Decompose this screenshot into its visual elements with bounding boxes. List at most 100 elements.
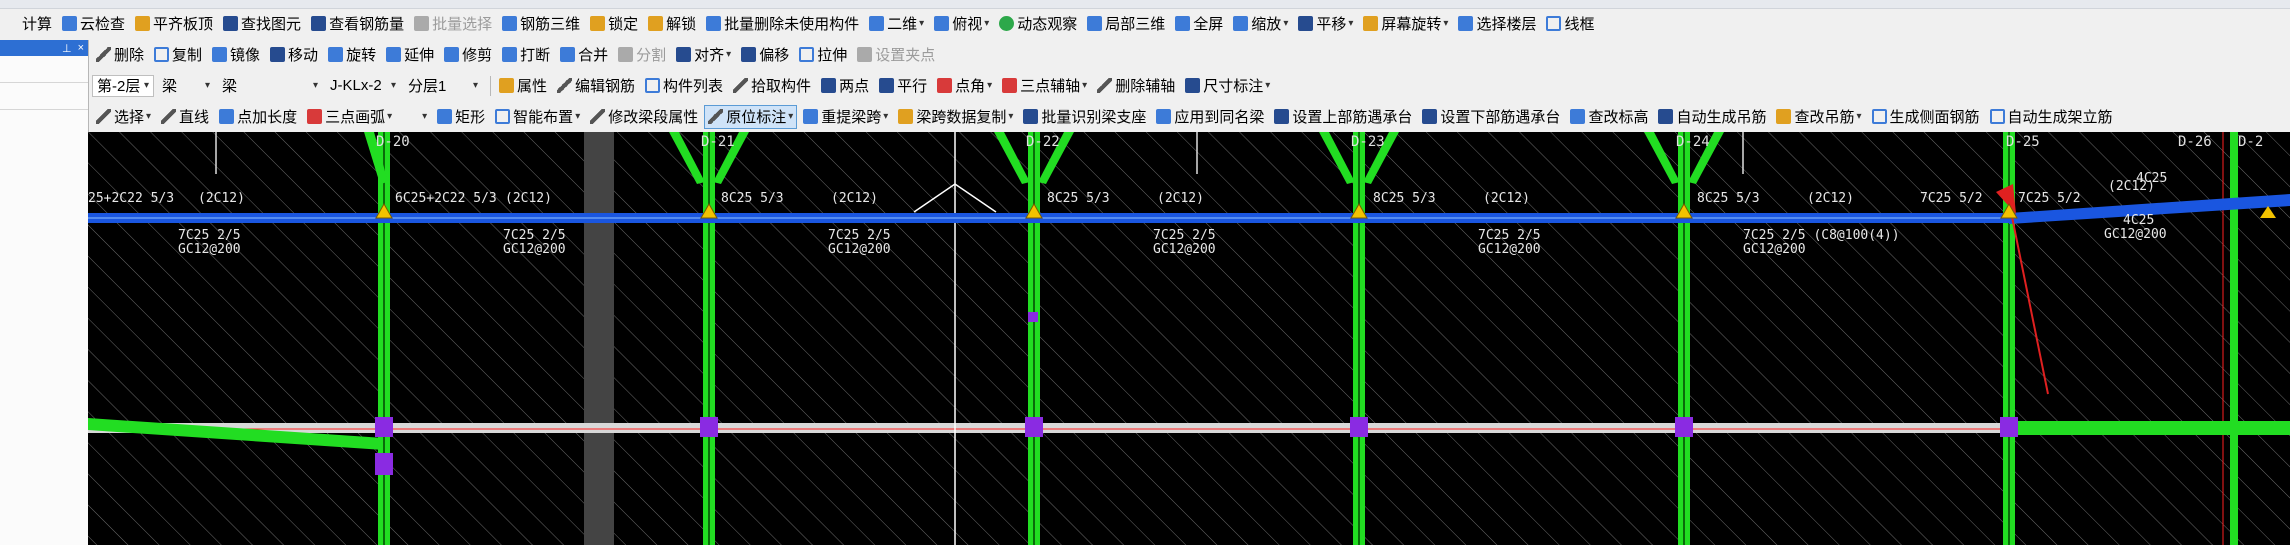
lock-button[interactable]: 锁定 bbox=[586, 12, 642, 36]
orbit-button[interactable]: 动态观察 bbox=[995, 12, 1081, 36]
auto-hanger-button[interactable]: 自动生成吊筋 bbox=[1654, 105, 1770, 129]
copy-button[interactable]: 复制 bbox=[150, 43, 206, 67]
layer-select[interactable]: 分层1 ▾ bbox=[404, 75, 482, 97]
break-button[interactable]: 打断 bbox=[498, 43, 554, 67]
three-point-axis-button[interactable]: 三点辅轴 ▾ bbox=[998, 74, 1091, 98]
chevron-down-icon[interactable]: ▾ bbox=[984, 18, 989, 29]
chevron-down-icon[interactable]: ▾ bbox=[422, 111, 427, 122]
top-view-button[interactable]: 俯视 ▾ bbox=[930, 12, 993, 36]
button-label: 批量删除未使用构件 bbox=[724, 16, 860, 33]
side-rebar-button[interactable]: 生成侧面钢筋 bbox=[1868, 105, 1984, 129]
chevron-down-icon[interactable]: ▾ bbox=[1008, 111, 1013, 122]
chevron-down-icon[interactable]: ▾ bbox=[1856, 111, 1861, 122]
two-point-button[interactable]: 两点 bbox=[817, 74, 873, 98]
unlock-button[interactable]: 解锁 bbox=[644, 12, 700, 36]
select-floor-button[interactable]: 选择楼层 bbox=[1454, 12, 1540, 36]
rotate-button[interactable]: 旋转 bbox=[324, 43, 380, 67]
point-length-button[interactable]: 点加长度 bbox=[215, 105, 301, 129]
grip-point-button[interactable]: 设置夹点 bbox=[853, 43, 939, 67]
blank-button[interactable]: ▾ bbox=[398, 105, 431, 129]
edit-rebar-button[interactable]: 编辑钢筋 bbox=[553, 74, 639, 98]
chevron-down-icon[interactable]: ▾ bbox=[1265, 80, 1270, 91]
wireframe-button[interactable]: 线框 bbox=[1542, 12, 1598, 36]
partial-3d-button[interactable]: 局部三维 bbox=[1083, 12, 1169, 36]
dimension-button[interactable]: 尺寸标注 ▾ bbox=[1181, 74, 1274, 98]
calc-button[interactable]: 计算 bbox=[0, 12, 56, 36]
drawing-canvas[interactable]: D-20 D-21 D-22 D-23 D-24 D-25 D-26 D-2 25+2C22 5… bbox=[88, 132, 2290, 545]
component-select[interactable]: J-KLx-2 ▾ bbox=[326, 75, 400, 97]
modify-toolbar: 删除 复制 镜像 移动 旋转 延伸 修剪 打断 合并 分割 对齐 ▾ 偏移 拉伸 设置夹点 bbox=[92, 41, 941, 68]
extend-button[interactable]: 延伸 bbox=[382, 43, 438, 67]
chevron-down-icon[interactable]: ▾ bbox=[883, 111, 888, 122]
top-rebar-pilecap-button[interactable]: 设置上部筋遇承台 bbox=[1270, 105, 1416, 129]
panel-row[interactable] bbox=[0, 56, 88, 83]
point-angle-button[interactable]: 点角 ▾ bbox=[933, 74, 996, 98]
reextract-span-button[interactable]: 重提梁跨 ▾ bbox=[799, 105, 892, 129]
cad-drawing[interactable]: D-20 D-21 D-22 D-23 D-24 D-25 D-26 D-2 25+2C22 5… bbox=[88, 132, 2290, 545]
screen-rotate-button[interactable]: 屏幕旋转 ▾ bbox=[1359, 12, 1452, 36]
chevron-down-icon[interactable]: ▾ bbox=[919, 18, 924, 29]
chevron-down-icon[interactable]: ▾ bbox=[1348, 18, 1353, 29]
stretch-button[interactable]: 拉伸 bbox=[795, 43, 851, 67]
trim-button[interactable]: 修剪 bbox=[440, 43, 496, 67]
delete-axis-button[interactable]: 删除辅轴 bbox=[1093, 74, 1179, 98]
chevron-down-icon[interactable]: ▾ bbox=[1283, 18, 1288, 29]
side-rebar-icon bbox=[1871, 109, 1887, 124]
select-cursor-button[interactable]: 选择 ▾ bbox=[92, 105, 155, 129]
close-icon[interactable]: × bbox=[78, 42, 84, 54]
cloud-check-button[interactable]: 云检查 bbox=[58, 12, 129, 36]
panel-row[interactable] bbox=[0, 83, 88, 110]
mirror-button[interactable]: 镜像 bbox=[208, 43, 264, 67]
batch-support-button[interactable]: 批量识别梁支座 bbox=[1019, 105, 1150, 129]
parallel-button[interactable]: 平行 bbox=[875, 74, 931, 98]
bottom-rebar-pilecap-button[interactable]: 设置下部筋遇承台 bbox=[1418, 105, 1564, 129]
green-column bbox=[2230, 132, 2238, 545]
line-button[interactable]: 直线 bbox=[157, 105, 213, 129]
properties-button[interactable]: 属性 bbox=[495, 74, 551, 98]
pick-component-button[interactable]: 拾取构件 bbox=[729, 74, 815, 98]
three-point-arc-button[interactable]: 三点画弧 ▾ bbox=[303, 105, 396, 129]
pick-component-icon bbox=[733, 78, 749, 93]
chevron-down-icon[interactable]: ▾ bbox=[1443, 18, 1448, 29]
merge-button[interactable]: 合并 bbox=[556, 43, 612, 67]
offset-button[interactable]: 偏移 bbox=[737, 43, 793, 67]
chevron-down-icon[interactable]: ▾ bbox=[726, 49, 731, 60]
chevron-down-icon[interactable]: ▾ bbox=[146, 111, 151, 122]
rebar-3d-button[interactable]: 钢筋三维 bbox=[498, 12, 584, 36]
2d-view-button[interactable]: 二维 ▾ bbox=[865, 12, 928, 36]
smart-layout-button[interactable]: 智能布置 ▾ bbox=[491, 105, 584, 129]
delete-button[interactable]: 删除 bbox=[92, 43, 148, 67]
chevron-down-icon[interactable]: ▾ bbox=[987, 80, 992, 91]
floor-select[interactable]: 第-2层 ▾ bbox=[92, 74, 154, 97]
fullscreen-button[interactable]: 全屏 bbox=[1171, 12, 1227, 36]
align-top-button[interactable]: 平齐板顶 bbox=[131, 12, 217, 36]
button-label: 锁定 bbox=[608, 16, 639, 33]
in-situ-annotation-button[interactable]: 原位标注 ▾ bbox=[704, 104, 798, 129]
chevron-down-icon[interactable]: ▾ bbox=[575, 111, 580, 122]
chevron-down-icon[interactable]: ▾ bbox=[387, 111, 392, 122]
split-button[interactable]: 分割 bbox=[614, 43, 670, 67]
pan-button[interactable]: 平移 ▾ bbox=[1294, 12, 1357, 36]
find-element-button[interactable]: 查找图元 bbox=[219, 12, 305, 36]
rebar-quantity-button[interactable]: 查看钢筋量 bbox=[307, 12, 408, 36]
zoom-button[interactable]: 缩放 ▾ bbox=[1229, 12, 1292, 36]
chevron-down-icon[interactable]: ▾ bbox=[1082, 80, 1087, 91]
auto-erection-button[interactable]: 自动生成架立筋 bbox=[1986, 105, 2117, 129]
edit-elevation-button[interactable]: 查改标高 bbox=[1566, 105, 1652, 129]
pin-icon[interactable]: ⊥ bbox=[62, 42, 72, 55]
batch-select-button[interactable]: 批量选择 bbox=[410, 12, 496, 36]
component-list-button[interactable]: 构件列表 bbox=[641, 74, 727, 98]
edit-hanger-button[interactable]: 查改吊筋 ▾ bbox=[1772, 105, 1865, 129]
rectangle-button[interactable]: 矩形 bbox=[433, 105, 489, 129]
span-data-copy-button[interactable]: 梁跨数据复制 ▾ bbox=[894, 105, 1017, 129]
wall-strip bbox=[584, 132, 614, 545]
chevron-down-icon[interactable]: ▾ bbox=[788, 111, 793, 122]
grid-label: D-21 bbox=[701, 134, 735, 150]
apply-same-name-button[interactable]: 应用到同名梁 bbox=[1152, 105, 1268, 129]
modify-span-button[interactable]: 修改梁段属性 bbox=[586, 105, 702, 129]
align-button[interactable]: 对齐 ▾ bbox=[672, 43, 735, 67]
category-select[interactable]: 梁 ▾ bbox=[158, 75, 214, 97]
batch-delete-button[interactable]: 批量删除未使用构件 bbox=[702, 12, 863, 36]
move-button[interactable]: 移动 bbox=[266, 43, 322, 67]
type-select[interactable]: 梁 ▾ bbox=[218, 75, 322, 97]
